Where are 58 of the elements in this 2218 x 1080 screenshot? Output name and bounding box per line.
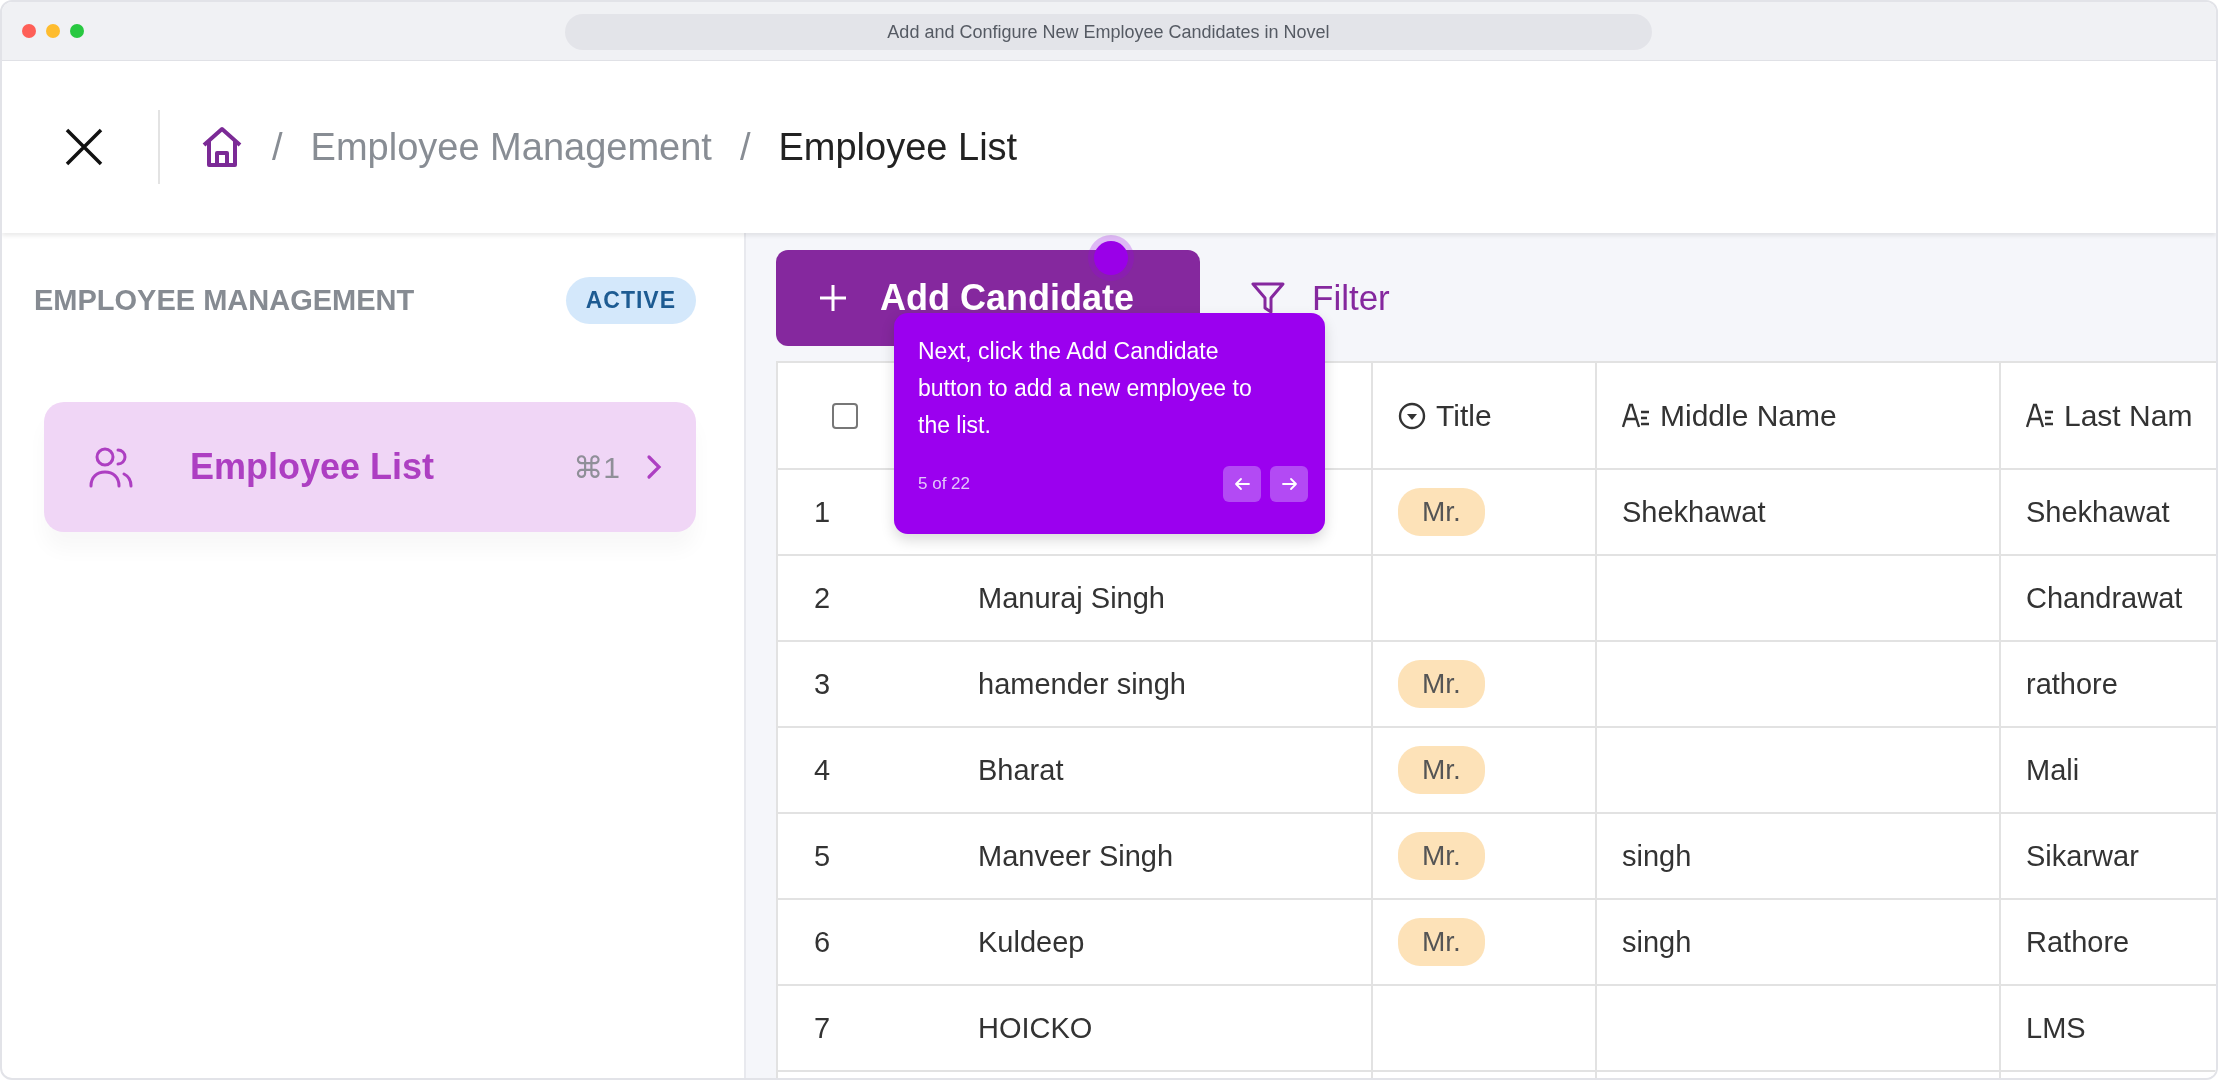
column-header[interactable]: Title (1371, 363, 1595, 470)
table-cell: Shekhawat (1595, 470, 1999, 556)
text-field-icon (1622, 402, 1650, 429)
select-all-checkbox[interactable] (832, 402, 858, 429)
text-field-icon (2026, 402, 2054, 429)
title-tag: Mr. (1398, 488, 1485, 536)
window-title: Add and Configure New Employee Candidates in Novel (565, 14, 1652, 50)
arrow-left-icon (1233, 476, 1251, 492)
row-number: 3 (778, 642, 953, 728)
column-header[interactable]: Last Nam (1999, 363, 2216, 470)
dropdown-circle-icon (1398, 401, 1426, 430)
row-number: 7 (778, 986, 953, 1072)
status-badge: ACTIVE (565, 277, 696, 324)
table-cell: Shekhawat (1999, 470, 2216, 556)
column-label: Title (1436, 398, 1492, 433)
previous-button[interactable] (1223, 466, 1261, 502)
arrow-right-icon (1280, 476, 1298, 492)
row-number: 2 (778, 556, 953, 642)
column-header[interactable]: Middle Name (1595, 363, 1999, 470)
next-button[interactable] (1270, 466, 1308, 502)
table-cell: singh (1595, 900, 1999, 986)
section-heading: EMPLOYEE MANAGEMENT (34, 284, 415, 317)
table-cell: Chandrawat (1999, 556, 2216, 642)
sidebar-item[interactable]: Employee List ⌘1 (44, 402, 696, 532)
column-label: Middle Name (1660, 398, 1837, 433)
table-cell: LMS (1999, 986, 2216, 1072)
item-label: Employee List (190, 446, 436, 488)
close-window-button[interactable] (22, 24, 36, 38)
table-cell: Manuraj Singh (953, 556, 1371, 642)
table-cell: Manveer Singh (953, 814, 1371, 900)
table-cell: HOICKO (953, 986, 1371, 1072)
filter-button[interactable]: Filter (1244, 277, 1396, 319)
row-number: 4 (778, 728, 953, 814)
row-number: 5 (778, 814, 953, 900)
table-cell: singh (1595, 814, 1999, 900)
breadcrumb-separator: / (739, 125, 751, 169)
title-tag: Mr. (1398, 660, 1485, 708)
table-cell: Rathore (1999, 900, 2216, 986)
funnel-icon (1250, 280, 1286, 316)
breadcrumb-current: Employee List (778, 125, 1018, 169)
chevron-right-icon (646, 454, 662, 480)
row-number: 6 (778, 900, 953, 986)
table-cell: hamender singh (953, 642, 1371, 728)
hotspot-dot (1094, 241, 1128, 275)
title-tag: Mr. (1398, 746, 1485, 794)
breadcrumb-separator: / (272, 125, 283, 169)
title-tag: Mr. (1398, 832, 1485, 880)
plus-icon (818, 283, 848, 313)
shortcut-hint: ⌘1 (573, 449, 620, 485)
table-cell: rathore (1999, 642, 2216, 728)
table-cell: Mali (1999, 728, 2216, 814)
table-cell: Sikarwar (1999, 814, 2216, 900)
title-tag: Mr. (1398, 918, 1485, 966)
table-cell: Bharat (953, 728, 1371, 814)
home-icon[interactable] (200, 125, 244, 169)
table-cell: Kuldeep (953, 900, 1371, 986)
close-icon[interactable] (64, 127, 104, 167)
column-label: Last Nam (2064, 398, 2193, 433)
